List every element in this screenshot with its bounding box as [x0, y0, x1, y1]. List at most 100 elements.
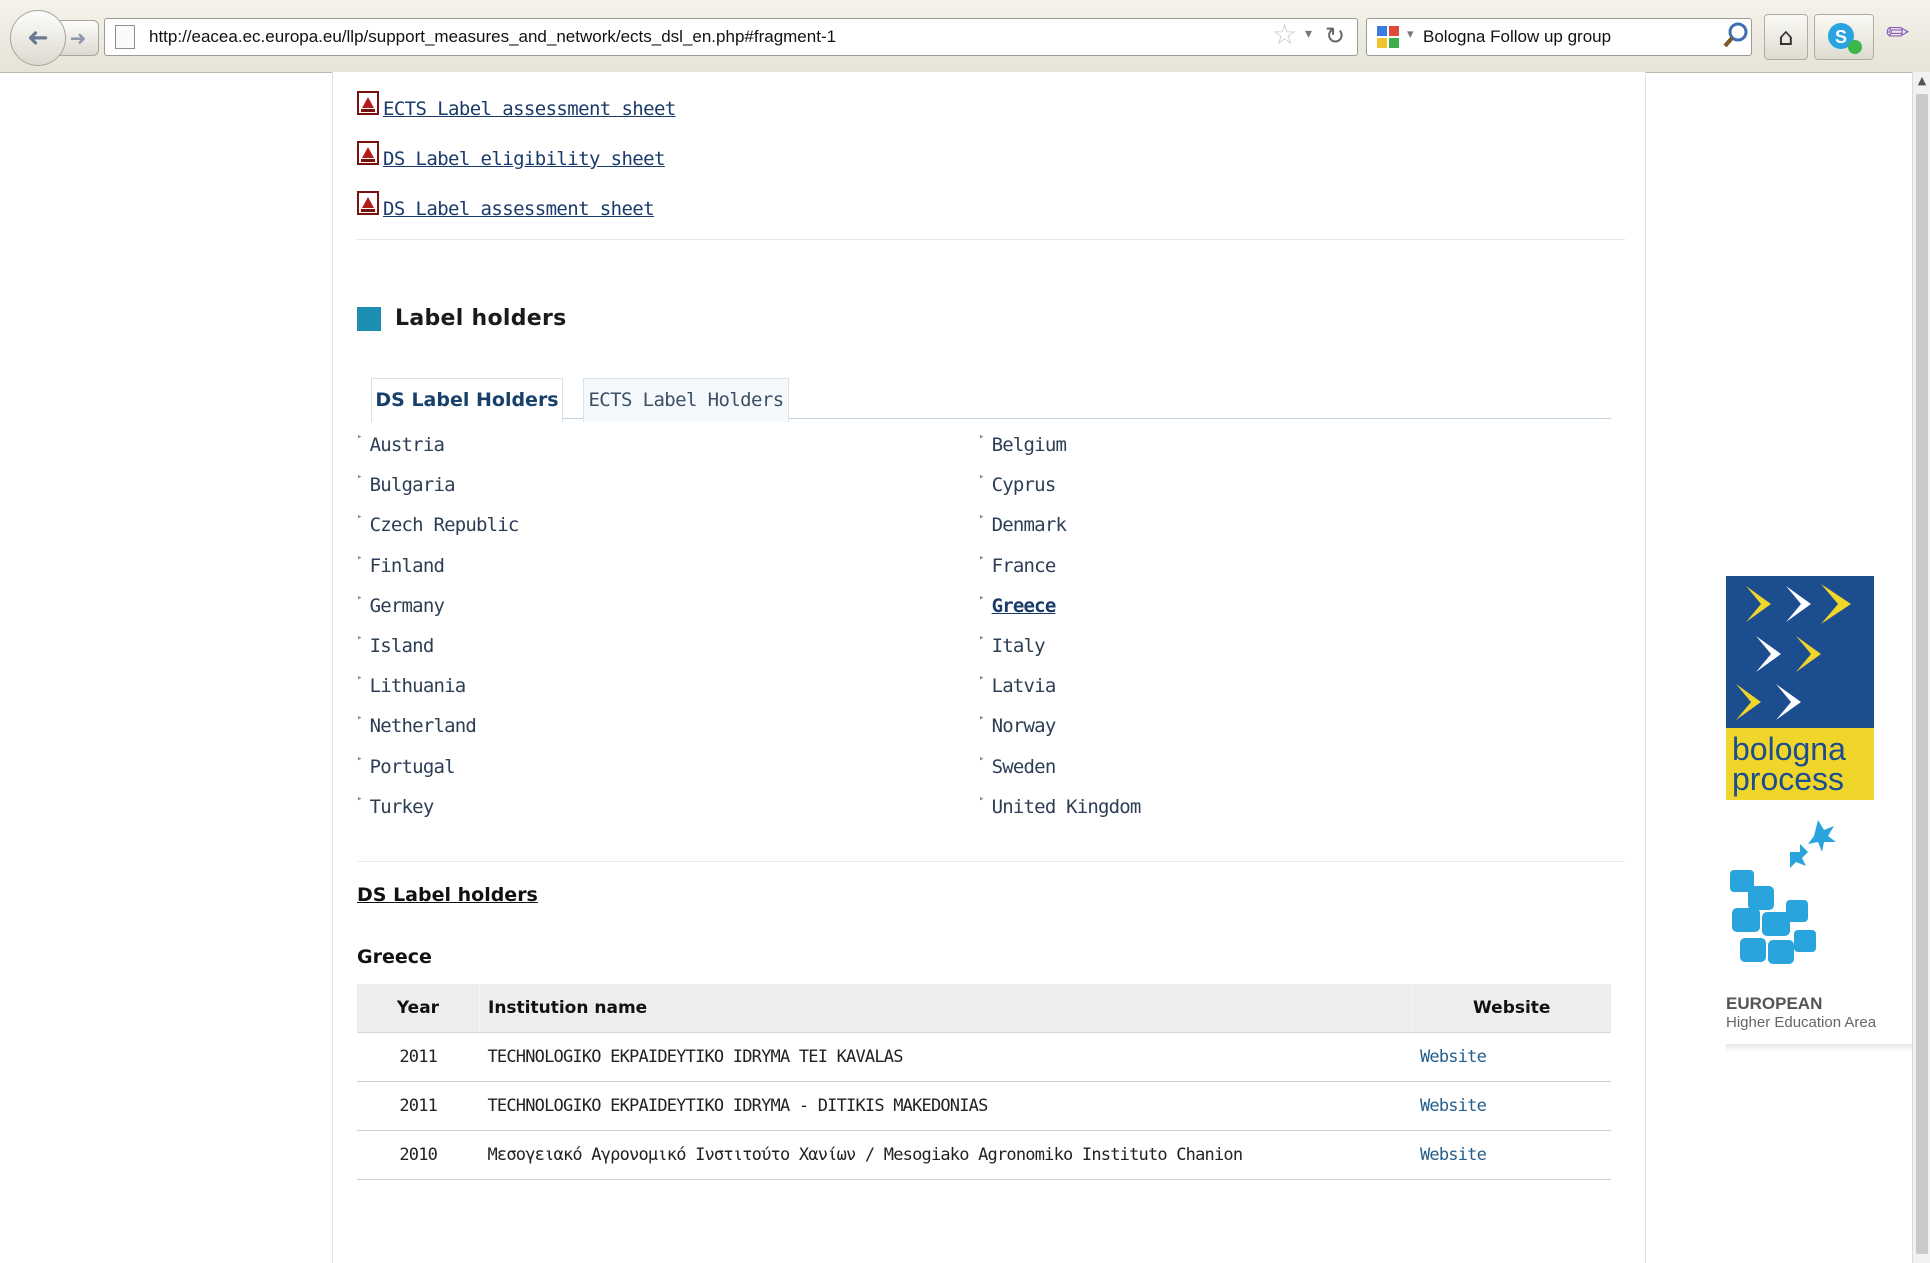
country-item[interactable]: ▸ Belgium [979, 432, 1067, 456]
country-link[interactable]: Germany [370, 595, 445, 617]
country-link[interactable]: Turkey [370, 796, 435, 818]
column-header-year: Year [357, 984, 480, 1033]
country-item[interactable]: ▸ Austria [357, 432, 445, 456]
table-body: 2011 TECHNOLOGIKO EKPAIDEYTIKO IDRYMA TEI… [357, 1032, 1611, 1180]
country-link[interactable]: Austria [370, 434, 445, 456]
country-item[interactable]: ▸ Netherland [357, 713, 477, 737]
country-item[interactable]: ▸ Island [357, 632, 435, 657]
bullet-icon: ▸ [357, 793, 362, 804]
search-icon[interactable] [1720, 18, 1754, 54]
country-row: ▸ Portugal ▸ Sweden [357, 753, 1597, 796]
home-button[interactable]: ⌂ [1764, 14, 1808, 60]
country-item[interactable]: ▸ France [979, 553, 1057, 577]
country-link[interactable]: Norway [992, 715, 1057, 737]
country-item[interactable]: ▸ Sweden [979, 753, 1057, 778]
country-link[interactable]: United Kingdom [992, 796, 1142, 818]
country-link[interactable]: Italy [992, 635, 1046, 657]
chevron-down-icon[interactable]: ▾ [1305, 26, 1312, 42]
country-link[interactable]: Netherland [370, 715, 477, 737]
country-item[interactable]: ▸ Denmark [979, 512, 1067, 536]
country-item[interactable]: ▸ Lithuania [357, 673, 467, 697]
website-link[interactable]: Website [1420, 1047, 1487, 1067]
country-item[interactable]: ▸ Germany [357, 593, 445, 617]
scroll-thumb[interactable] [1916, 94, 1928, 1254]
divider [357, 861, 1625, 862]
country-row: ▸ Bulgaria ▸ Cyprus [357, 472, 1597, 514]
back-button[interactable]: ➜ [10, 10, 66, 66]
country-item[interactable]: ▸ Portugal [357, 753, 456, 778]
pdf-icon [357, 141, 379, 165]
country-link[interactable]: Bulgaria [370, 474, 456, 496]
logo-arrows-icon [1736, 584, 1851, 720]
document-link[interactable]: DS Label assessment sheet [383, 198, 655, 220]
cell-year-text: 2011 [399, 1047, 438, 1067]
bologna-process-logo[interactable]: bologna process EUROPEAN Higher Educatio… [1726, 576, 1916, 1052]
country-row: ▸ Turkey ▸ United Kingdom [357, 793, 1597, 836]
country-item[interactable]: ▸ Greece [979, 593, 1057, 617]
bullet-icon: ▸ [357, 432, 362, 442]
column-header-institution: Institution name [479, 984, 1412, 1033]
bookmark-star-icon[interactable]: ☆ [1272, 18, 1297, 51]
website-link[interactable]: Website [1420, 1096, 1487, 1116]
document-item: DS Label assessment sheet [357, 184, 676, 234]
svg-text:S: S [1835, 27, 1847, 47]
country-item[interactable]: ▸ Norway [979, 713, 1057, 737]
document-list: ECTS Label assessment sheet DS Label eli… [357, 84, 676, 234]
country-item[interactable]: ▸ Finland [357, 553, 445, 577]
pdf-icon [357, 191, 379, 215]
selected-country-title: Greece [357, 946, 432, 968]
bullet-icon: ▸ [979, 673, 984, 684]
country-item[interactable]: ▸ Cyprus [979, 472, 1057, 496]
logo-word-bologna: bologna [1732, 731, 1846, 767]
document-link[interactable]: ECTS Label assessment sheet [383, 98, 676, 120]
holders-title: DS Label holders [357, 884, 538, 906]
country-link[interactable]: Island [370, 635, 435, 657]
address-bar[interactable]: http://eacea.ec.europa.eu/llp/support_me… [104, 18, 1358, 56]
country-item[interactable]: ▸ Bulgaria [357, 472, 456, 496]
country-row: ▸ Czech Republic ▸ Denmark [357, 512, 1597, 554]
country-list: ▸ Austria ▸ Belgium ▸ Bulgaria ▸ Cyprus ▸ Czech R… [357, 432, 1597, 836]
bullet-icon: ▸ [357, 753, 362, 764]
bullet-icon: ▸ [357, 632, 362, 643]
cell-institution-text: Μεσογειακό Αγρονομικό Ινστιτούτο Χανίων … [487, 1145, 1244, 1165]
ehea-caption: EUROPEAN Higher Education Area [1726, 994, 1876, 1031]
url-text[interactable]: http://eacea.ec.europa.eu/llp/support_me… [149, 19, 836, 55]
search-input[interactable]: Bologna Follow up group [1423, 19, 1611, 55]
country-item[interactable]: ▸ Czech Republic [357, 512, 520, 536]
country-link[interactable]: Finland [370, 555, 445, 577]
country-link[interactable]: Czech Republic [370, 514, 520, 536]
tab-ects-label-holders[interactable]: ECTS Label Holders [583, 378, 789, 422]
chevron-down-icon[interactable]: ▾ [1407, 27, 1414, 42]
ehea-line-1: EUROPEAN [1726, 994, 1823, 1013]
search-bar[interactable]: ▾ Bologna Follow up group [1366, 18, 1752, 56]
table-row: 2011 TECHNOLOGIKO EKPAIDEYTIKO IDRYMA TEI… [357, 1032, 1611, 1082]
skype-button[interactable]: S [1814, 14, 1874, 60]
document-link[interactable]: DS Label eligibility sheet [383, 148, 665, 170]
pencil-icon[interactable]: ✏ [1886, 16, 1909, 49]
page-scrollbar[interactable]: ▲ [1912, 72, 1930, 1263]
search-engine-icon[interactable] [1375, 24, 1401, 50]
country-link[interactable]: Latvia [992, 675, 1057, 697]
holders-table: Year Institution name Website 2011 TECHNO… [357, 984, 1611, 1180]
scroll-up-arrow-icon[interactable]: ▲ [1915, 74, 1929, 90]
country-item[interactable]: ▸ Latvia [979, 673, 1057, 697]
country-item[interactable]: ▸ Italy [979, 632, 1046, 657]
bullet-icon: ▸ [979, 632, 984, 643]
country-item[interactable]: ▸ Turkey [357, 793, 435, 818]
country-item[interactable]: ▸ United Kingdom [979, 794, 1142, 818]
main-content: ECTS Label assessment sheet DS Label eli… [332, 72, 1646, 1263]
website-link[interactable]: Website [1420, 1145, 1487, 1165]
country-link[interactable]: Greece [992, 595, 1057, 617]
tab-ds-label-holders[interactable]: DS Label Holders [371, 378, 563, 422]
country-link[interactable]: Denmark [992, 514, 1067, 536]
country-link[interactable]: Belgium [992, 434, 1067, 456]
country-link[interactable]: Sweden [992, 756, 1057, 778]
bullet-icon: ▸ [979, 753, 984, 764]
country-link[interactable]: Lithuania [370, 675, 467, 697]
reload-icon[interactable]: ↻ [1325, 22, 1345, 50]
country-link[interactable]: Cyprus [992, 474, 1057, 496]
country-link[interactable]: France [992, 555, 1057, 577]
country-row: ▸ Finland ▸ France [357, 553, 1597, 595]
bullet-icon: ▸ [979, 512, 984, 523]
country-link[interactable]: Portugal [370, 756, 456, 778]
